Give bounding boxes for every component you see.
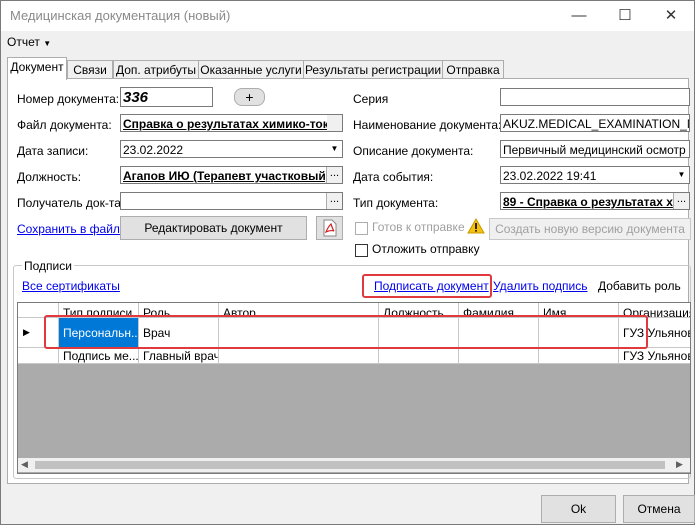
dialog-window: Медицинская документация (новый) — ☐ ✕ О… <box>0 0 695 525</box>
menu-bar: Отчет ▼ <box>1 31 694 53</box>
doc-file-value: Справка о результатах химико-токс <box>123 117 336 131</box>
position-field[interactable]: Агапов ИЮ (Терапевт участковый)... <box>120 166 343 184</box>
row-selector[interactable] <box>18 348 59 364</box>
tab-document[interactable]: Документ <box>7 57 67 80</box>
delete-signature-link[interactable]: Удалить подпись <box>493 279 588 293</box>
postpone-label: Отложить отправку <box>372 242 480 256</box>
signatures-group-label: Подписи <box>22 259 74 273</box>
cancel-button[interactable]: Отмена <box>623 495 695 523</box>
table-cell[interactable]: Подпись ме... <box>59 348 139 364</box>
event-date-value: 23.02.2022 19:41 <box>503 169 597 183</box>
table-cell[interactable] <box>219 348 379 364</box>
menu-report[interactable]: Отчет ▼ <box>7 35 51 49</box>
browse-file-button[interactable] <box>327 115 342 131</box>
ready-to-send-checkbox[interactable] <box>355 222 368 235</box>
scroll-left-icon[interactable]: ◀ <box>21 459 28 470</box>
tab-registration-results[interactable]: Результаты регистрации <box>303 60 443 79</box>
window-title: Медицинская документация (новый) <box>10 8 231 23</box>
scroll-right-icon[interactable]: ▶ <box>676 459 683 470</box>
doc-file-field[interactable]: Справка о результатах химико-токс <box>120 114 343 132</box>
doc-type-ellipsis-button[interactable]: ... <box>673 193 689 209</box>
doc-type-value: 89 - Справка о результатах х <box>503 195 673 209</box>
tab-links[interactable]: Связи <box>67 60 113 79</box>
pdf-button[interactable] <box>316 216 343 240</box>
doc-type-label: Тип документа: <box>353 196 439 210</box>
doc-file-label: Файл документа: <box>17 118 112 132</box>
ready-to-send-label: Готов к отправке <box>372 220 465 234</box>
doc-name-field[interactable]: AKUZ.MEDICAL_EXAMINATION_MAIN <box>500 114 690 132</box>
doc-type-field[interactable]: 89 - Справка о результатах х... <box>500 192 690 210</box>
event-date-field[interactable]: 23.02.2022 19:41 ▼ <box>500 166 690 184</box>
series-label: Серия <box>353 92 389 106</box>
edit-document-button[interactable]: Редактировать документ <box>120 216 307 240</box>
pdf-icon <box>323 219 336 237</box>
horizontal-scrollbar[interactable]: ◀ ▶ <box>18 458 690 472</box>
table-cell[interactable]: ГУЗ Ульянов <box>619 348 690 364</box>
caret-down-icon: ▼ <box>43 39 52 48</box>
scrollbar-thumb[interactable] <box>35 461 665 469</box>
doc-name-label: Наименование документа: <box>353 118 502 132</box>
record-date-field[interactable]: 23.02.2022 ▼ <box>120 140 343 158</box>
doc-number-label: Номер документа: <box>17 92 120 106</box>
add-number-button[interactable]: + <box>234 88 265 106</box>
ok-button[interactable]: Ok <box>541 495 616 523</box>
table-cell[interactable] <box>539 348 619 364</box>
table-cell[interactable] <box>379 348 459 364</box>
dropdown-arrow-icon[interactable]: ▼ <box>674 167 689 183</box>
dropdown-arrow-icon[interactable]: ▼ <box>327 141 342 157</box>
all-certificates-link[interactable]: Все сертификаты <box>22 279 120 293</box>
table-cell[interactable] <box>459 348 539 364</box>
save-to-file-link[interactable]: Сохранить в файл <box>17 222 120 236</box>
maximize-button[interactable]: ☐ <box>602 1 648 31</box>
warning-icon <box>467 218 485 234</box>
recipient-field[interactable]: ... <box>120 192 343 210</box>
tab-extra-attributes[interactable]: Доп. атрибуты <box>113 60 199 79</box>
table-cell[interactable]: Главный врач <box>139 348 219 364</box>
add-role-button[interactable]: Добавить роль <box>598 279 681 293</box>
event-date-label: Дата события: <box>353 170 434 184</box>
postpone-checkbox[interactable] <box>355 244 368 257</box>
minimize-button[interactable]: — <box>556 1 602 31</box>
close-button[interactable]: ✕ <box>648 1 694 31</box>
position-label: Должность: <box>17 170 82 184</box>
new-version-button[interactable]: Создать новую версию документа <box>489 218 691 240</box>
ellipsis-button[interactable]: ... <box>326 167 342 183</box>
recipient-label: Получатель док-та <box>17 196 121 210</box>
highlight-first-row <box>44 315 648 349</box>
recipient-ellipsis-button[interactable]: ... <box>326 193 342 209</box>
series-field[interactable] <box>500 88 690 106</box>
doc-desc-label: Описание документа: <box>353 144 474 158</box>
title-bar: Медицинская документация (новый) — ☐ ✕ <box>1 1 694 31</box>
position-value: Агапов ИЮ (Терапевт участковый) <box>123 169 330 183</box>
row-pointer-icon: ▶ <box>23 327 30 337</box>
doc-number-field[interactable]: 336 <box>120 87 213 107</box>
doc-desc-field[interactable]: Первичный медицинский осмотр <box>500 140 690 158</box>
tab-services[interactable]: Оказанные услуги <box>198 60 304 79</box>
record-date-value: 23.02.2022 <box>123 143 184 157</box>
highlight-sign-document <box>362 274 492 298</box>
tab-sending[interactable]: Отправка <box>442 60 504 79</box>
record-date-label: Дата записи: <box>17 144 89 158</box>
